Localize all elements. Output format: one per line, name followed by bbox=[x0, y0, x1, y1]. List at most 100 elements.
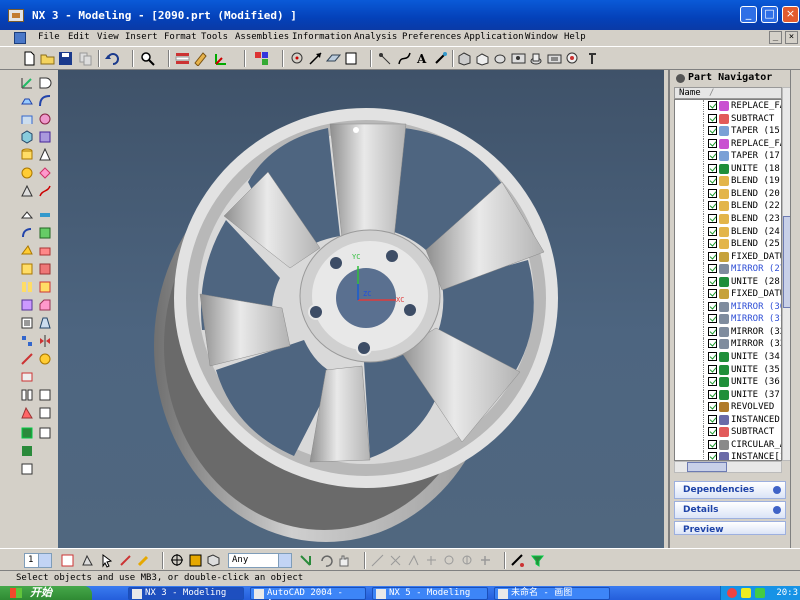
menu-information[interactable]: Information bbox=[292, 32, 352, 42]
feature-tree-row[interactable]: UNITE (35) bbox=[675, 363, 781, 377]
suppress-feature-icon[interactable] bbox=[20, 444, 34, 458]
minimize-button[interactable]: _ bbox=[740, 6, 757, 23]
feature-tree-row[interactable]: FIXED_DATU bbox=[675, 288, 781, 301]
hollow-icon[interactable] bbox=[20, 316, 34, 330]
tray-icon[interactable] bbox=[755, 588, 765, 598]
undo-select-icon[interactable] bbox=[318, 553, 333, 568]
visibility-checkbox[interactable] bbox=[708, 251, 717, 261]
menu-preferences[interactable]: Preferences bbox=[402, 32, 462, 42]
visibility-checkbox[interactable] bbox=[708, 414, 717, 424]
menu-format[interactable]: Format bbox=[164, 32, 197, 42]
feature-tree-row[interactable]: UNITE (18) bbox=[675, 162, 781, 176]
menu-tools[interactable]: Tools bbox=[201, 32, 228, 42]
cone-icon[interactable] bbox=[38, 148, 52, 162]
visibility-checkbox[interactable] bbox=[708, 301, 717, 311]
pocket-icon[interactable] bbox=[547, 51, 562, 66]
midpoint-snap-icon[interactable] bbox=[388, 553, 403, 568]
layer-icon[interactable] bbox=[60, 553, 75, 568]
boss-tool-icon[interactable] bbox=[20, 184, 34, 198]
endpoint-snap-icon[interactable] bbox=[370, 553, 385, 568]
taskbar-item-nx5[interactable]: NX 5 - Modeling ... bbox=[372, 587, 488, 600]
scrollbar-thumb[interactable] bbox=[687, 462, 727, 472]
extract-icon[interactable] bbox=[38, 406, 52, 420]
shell-icon[interactable] bbox=[20, 370, 34, 384]
taskbar-item-paint[interactable]: 未命名 - 画图 bbox=[494, 587, 610, 600]
window-menu-icon[interactable] bbox=[14, 32, 26, 44]
selection-intent-icon[interactable] bbox=[510, 553, 525, 568]
pocket-tool-icon[interactable] bbox=[38, 184, 52, 198]
visibility-checkbox[interactable] bbox=[708, 113, 717, 123]
cylinder-icon[interactable] bbox=[20, 148, 34, 162]
expand-icon[interactable] bbox=[773, 506, 781, 514]
visibility-checkbox[interactable] bbox=[708, 452, 717, 460]
unsuppress-feature-icon[interactable] bbox=[20, 462, 34, 476]
visibility-checkbox[interactable] bbox=[708, 314, 717, 324]
feature-tree-row[interactable]: BLEND (19) bbox=[675, 175, 781, 188]
slot-icon[interactable] bbox=[38, 208, 52, 222]
tray-icon[interactable] bbox=[741, 588, 751, 598]
menu-window[interactable]: Window bbox=[525, 32, 558, 42]
visibility-checkbox[interactable] bbox=[708, 239, 717, 249]
mirror-tool-icon[interactable] bbox=[38, 334, 52, 348]
save-icon[interactable] bbox=[58, 51, 73, 66]
graphics-viewport[interactable]: YC ZC XC bbox=[58, 70, 664, 548]
curve-icon[interactable] bbox=[397, 51, 412, 66]
expand-icon[interactable] bbox=[773, 486, 781, 494]
details-panel-header[interactable]: Details bbox=[674, 501, 786, 519]
maximize-button[interactable]: □ bbox=[761, 6, 778, 23]
menu-insert[interactable]: Insert bbox=[125, 32, 158, 42]
feature-tree-row[interactable]: BLEND (23) bbox=[675, 212, 781, 226]
visibility-checkbox[interactable] bbox=[708, 188, 717, 198]
block-solid-icon[interactable] bbox=[38, 130, 52, 144]
feature-tree-row[interactable]: REPLACE_FA bbox=[675, 137, 781, 151]
feature-tree-row[interactable]: TAPER (17) bbox=[675, 150, 781, 163]
visibility-checkbox[interactable] bbox=[708, 126, 717, 136]
feature-tree-row[interactable]: SUBTRACT ( bbox=[675, 426, 781, 439]
feature-tree[interactable]: REPLACE_FA SUBTRACT (TAPER (15) REPLACE_FA… bbox=[674, 99, 782, 461]
vector-icon[interactable] bbox=[308, 51, 323, 66]
sphere-icon[interactable] bbox=[20, 166, 34, 180]
hole-tool-icon[interactable] bbox=[38, 166, 52, 180]
taskbar-item-nx3[interactable]: NX 3 - Modeling bbox=[128, 587, 244, 600]
menu-help[interactable]: Help bbox=[564, 32, 586, 42]
feature-tree-row[interactable]: MIRROR (32 bbox=[675, 325, 781, 339]
edit-parameters-icon[interactable] bbox=[38, 426, 52, 440]
pick-icon[interactable] bbox=[136, 553, 151, 568]
undo-icon[interactable] bbox=[104, 51, 119, 66]
boss-icon[interactable] bbox=[529, 51, 544, 66]
taskbar-item-autocad[interactable]: AutoCAD 2004 - [... bbox=[250, 587, 366, 600]
visibility-checkbox[interactable] bbox=[708, 377, 717, 387]
nx-app-icon[interactable] bbox=[8, 9, 24, 22]
pad-icon[interactable] bbox=[565, 51, 580, 66]
menu-edit[interactable]: Edit bbox=[68, 32, 90, 42]
revolve-icon[interactable] bbox=[493, 51, 508, 66]
tube-icon[interactable] bbox=[20, 112, 34, 126]
visibility-checkbox[interactable] bbox=[708, 213, 717, 223]
block-icon[interactable] bbox=[457, 51, 472, 66]
feature-tree-row[interactable]: BLEND (25) bbox=[675, 238, 781, 251]
visibility-checkbox[interactable] bbox=[708, 326, 717, 336]
feature-tree-row[interactable]: FIXED_DATU bbox=[675, 250, 781, 264]
visibility-checkbox[interactable] bbox=[708, 389, 717, 399]
type-filter-select[interactable]: Any bbox=[228, 553, 292, 568]
tray-icon[interactable] bbox=[727, 588, 737, 598]
text-icon[interactable]: A bbox=[415, 51, 430, 66]
wcs-icon[interactable] bbox=[213, 51, 228, 66]
navigator-horizontal-scrollbar[interactable] bbox=[674, 461, 782, 473]
menu-analysis[interactable]: Analysis bbox=[354, 32, 397, 42]
menu-view[interactable]: View bbox=[97, 32, 119, 42]
plane-icon[interactable] bbox=[326, 51, 341, 66]
feature-tree-row[interactable]: UNITE (36) bbox=[675, 376, 781, 389]
visibility-checkbox[interactable] bbox=[708, 289, 717, 299]
zoom-icon[interactable] bbox=[140, 51, 155, 66]
thread-icon[interactable] bbox=[38, 226, 52, 240]
visibility-checkbox[interactable] bbox=[708, 163, 717, 173]
feature-tree-row[interactable]: UNITE (37) bbox=[675, 388, 781, 402]
body-select-icon[interactable] bbox=[206, 553, 221, 568]
visibility-checkbox[interactable] bbox=[708, 364, 717, 374]
feature-tree-row[interactable]: BLEND (22) bbox=[675, 200, 781, 213]
clock[interactable]: 20:3 bbox=[776, 588, 798, 598]
feature-tree-row[interactable]: MIRROR (31 bbox=[675, 313, 781, 326]
work-layer-select[interactable]: 1 bbox=[24, 553, 52, 568]
feature-select-icon[interactable] bbox=[188, 553, 203, 568]
